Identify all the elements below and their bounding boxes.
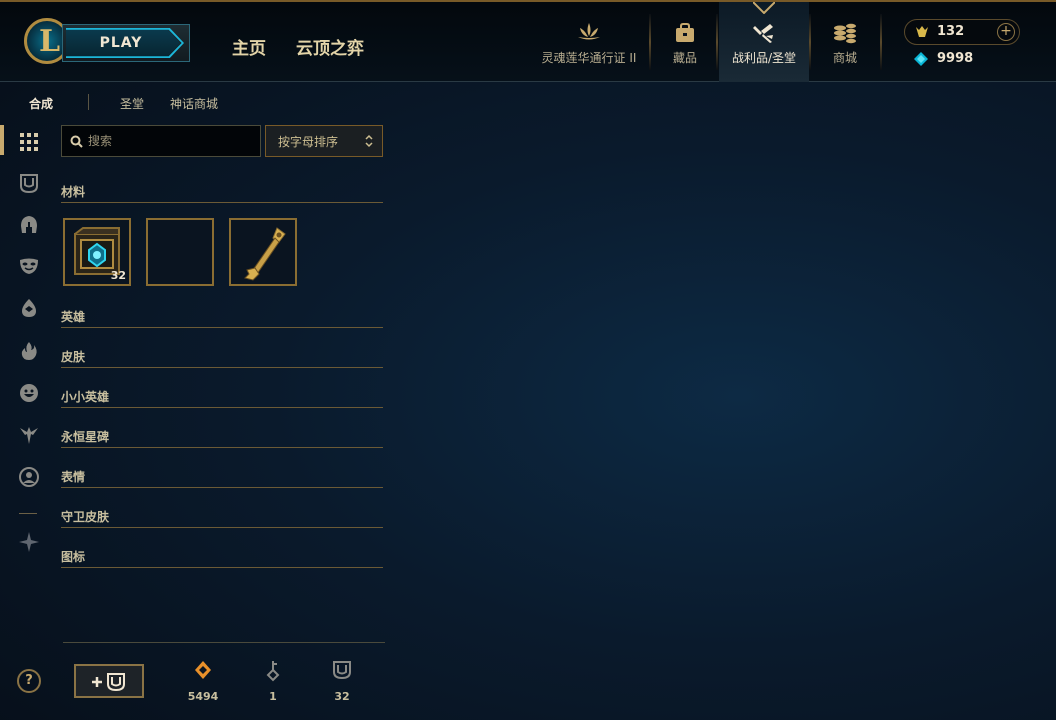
play-button[interactable]: PLAY [62,24,190,62]
nav-loot[interactable]: 战利品/圣堂 [719,2,809,82]
category-label: 守卫皮肤 [61,510,110,524]
category-label: 英雄 [61,310,86,324]
chevron-updown-icon [365,134,373,148]
category-icons[interactable]: 图标 [61,545,383,568]
sort-dropdown[interactable]: 按字母排序 [265,125,383,157]
orange-essence-icon [195,661,211,679]
nav-pass-label: 灵魂莲华通行证 II [541,51,637,65]
craft-keys-button[interactable] [74,664,144,698]
rp-value: 132 [937,24,965,39]
search-icon [70,135,83,148]
category-eternals[interactable]: 永恒星碑 [61,425,383,448]
item-count: 32 [110,269,126,282]
category-label: 小小英雄 [61,390,110,404]
nav-store-label: 商城 [832,51,857,65]
rail-active-indicator [0,125,4,155]
loot-hammer-icon [753,24,773,43]
tab-craft[interactable]: 合成 [29,95,53,112]
keys-stat: 1 [248,660,298,703]
summoner-icon[interactable] [18,466,40,488]
grid-all-icon[interactable] [18,131,40,153]
loot-item-hextech-key[interactable] [229,218,297,286]
lotus-icon [578,23,600,40]
search-box[interactable] [61,125,261,157]
chests-value: 32 [334,690,350,703]
category-champions[interactable]: 英雄 [61,305,383,328]
riot-points-icon [916,26,928,37]
ward-skin-icon[interactable] [18,424,40,446]
active-indicator-arrow-icon [753,2,775,14]
chest-filter-icon[interactable] [18,172,40,194]
divider [809,14,811,70]
sort-label: 按字母排序 [278,135,339,149]
category-emotes[interactable]: 表情 [61,465,383,488]
divider [880,14,882,70]
help-button[interactable]: ? [17,669,41,693]
nav-loot-label: 战利品/圣堂 [731,51,797,65]
mythic-star-icon[interactable] [18,531,40,553]
category-ward-skins[interactable]: 守卫皮肤 [61,505,383,528]
category-label: 表情 [61,470,86,484]
nav-collection-label: 藏品 [672,51,697,65]
add-rp-button[interactable]: + [997,23,1015,41]
tab-divider [88,94,89,110]
divider [649,14,651,70]
footer-divider [63,642,385,643]
category-label: 永恒星碑 [61,430,110,444]
chest-icon [333,661,351,680]
rp-wallet: 132 + [904,19,1020,45]
orange-essence-value: 5494 [187,690,219,703]
nav-tft[interactable]: 云顶之弈 [296,34,364,59]
category-label: 皮肤 [61,350,86,364]
nav-pass[interactable]: 灵魂莲华通行证 II [535,2,643,82]
hextech-key-icon [244,227,286,281]
eternals-flame-icon[interactable] [18,340,40,362]
tab-mythic-shop[interactable]: 神话商城 [170,95,218,112]
coins-store-icon [834,23,856,44]
divider [716,14,718,70]
top-bar: L PLAY 主页 云顶之弈 灵魂莲华通行证 II 藏品 战利品/圣堂 商城 1… [0,0,1056,82]
loot-item-empty[interactable] [146,218,214,286]
loot-item-hextech-chest[interactable]: 32 [63,218,131,286]
little-legend-egg-icon[interactable] [18,297,40,319]
search-input[interactable] [88,132,248,150]
category-label: 材料 [61,185,86,199]
blue-essence-value: 9998 [937,51,974,66]
rail-divider [19,513,37,514]
collection-bag-icon [676,23,694,42]
category-skins[interactable]: 皮肤 [61,345,383,368]
key-icon [266,661,280,682]
nav-store[interactable]: 商城 [818,2,872,82]
blue-essence-icon [914,52,928,66]
orange-essence-stat: 5494 [178,660,228,703]
emote-face-icon[interactable] [18,382,40,404]
skin-mask-icon[interactable] [18,255,40,277]
keys-value: 1 [269,690,277,703]
category-label: 图标 [61,550,86,564]
champion-helmet-icon[interactable] [18,214,40,236]
play-label: PLAY [99,35,143,51]
chests-stat: 32 [317,660,367,703]
category-little-legends[interactable]: 小小英雄 [61,385,383,408]
plus-chest-icon [92,673,125,692]
category-materials[interactable]: 材料 [61,180,383,203]
tab-sanctum[interactable]: 圣堂 [120,95,144,112]
nav-collection[interactable]: 藏品 [658,2,712,82]
nav-home[interactable]: 主页 [232,34,266,59]
